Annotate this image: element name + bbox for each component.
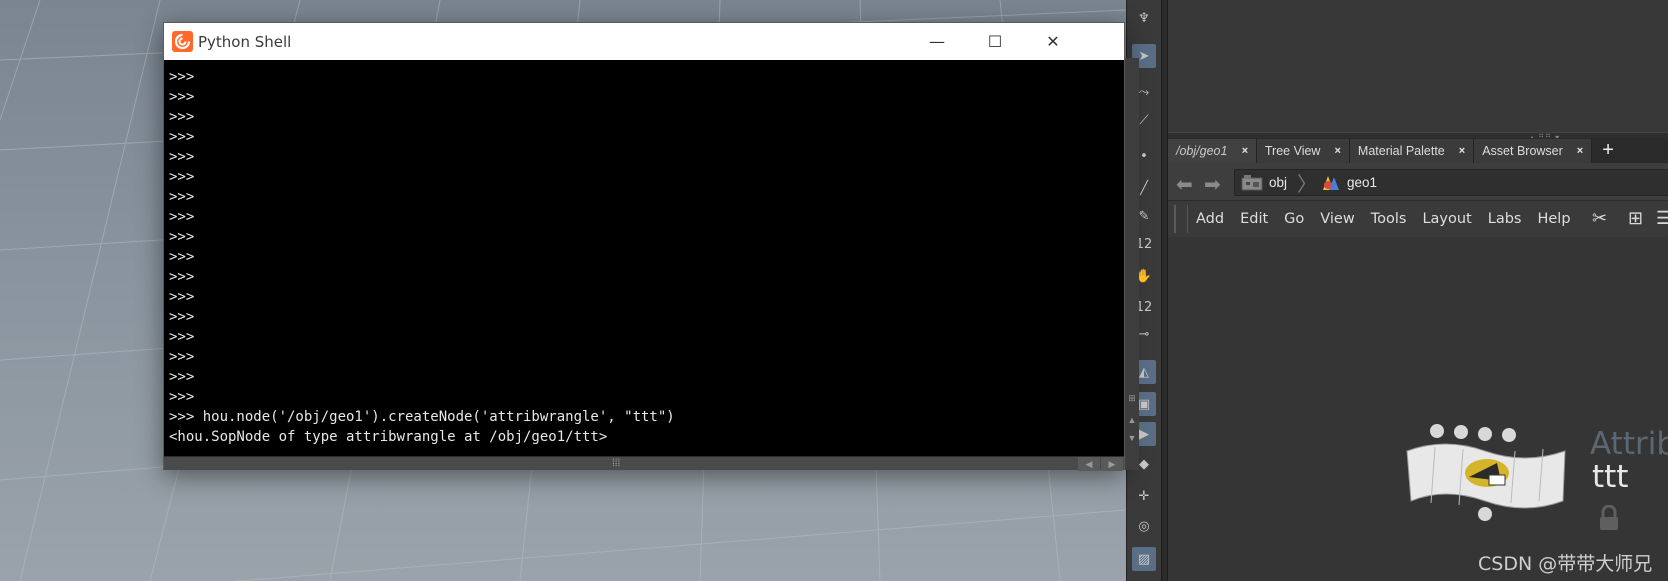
crumb-label: geo1 (1347, 175, 1378, 190)
tab-label: Asset Browser (1482, 144, 1563, 158)
window-titlebar[interactable]: Python Shell — ☐ ✕ (164, 23, 1124, 60)
menu-go[interactable]: Go (1276, 211, 1312, 227)
watermark-text: CSDN @带带大师兄 (1478, 553, 1653, 575)
back-arrow-icon[interactable]: ⬅ (1176, 172, 1193, 197)
console-line: <hou.SopNode of type attribwrangle at /o… (169, 429, 608, 445)
tab-close-icon[interactable]: × (1334, 145, 1340, 157)
console-line: >>> (169, 60, 675, 67)
attribwrangle-node[interactable] (1405, 421, 1585, 521)
network-tab-bar: /obj/geo1 × Tree View × Material Palette… (1168, 138, 1668, 163)
close-button[interactable]: ✕ (1024, 23, 1082, 60)
obj-context-icon (1241, 174, 1263, 190)
add-tab-button[interactable]: + (1592, 139, 1624, 163)
scroll-up-icon[interactable]: ▲ (1125, 412, 1139, 428)
console-line: >>> (169, 169, 195, 185)
menu-labs[interactable]: Labs (1480, 211, 1530, 227)
scroll-down-icon[interactable]: ▼ (1125, 430, 1139, 446)
console-line: >>> (169, 149, 195, 165)
console-line: >>> (169, 369, 195, 385)
tab-label: /obj/geo1 (1176, 144, 1228, 158)
console-line: >>> (169, 109, 195, 125)
horizontal-scrollbar[interactable]: ⁞⁞⁞ ◀ ▶ (164, 456, 1124, 471)
handle-tool-icon[interactable]: ♆ (1132, 6, 1156, 30)
tab-material-palette[interactable]: Material Palette × (1349, 139, 1475, 163)
menu-help[interactable]: Help (1529, 211, 1578, 227)
pivot-tool-icon[interactable]: ✛ (1132, 484, 1156, 508)
console-line: >>> (169, 289, 195, 305)
scroll-left-icon[interactable]: ◀ (1078, 457, 1100, 471)
console-line: >>> (169, 269, 195, 285)
console-line: >>> (169, 329, 195, 345)
breadcrumb: obj 〉 geo1 (1234, 169, 1668, 196)
image-tool-icon[interactable]: ▨ (1132, 547, 1156, 571)
scroll-right-icon[interactable]: ▶ (1101, 457, 1123, 471)
menu-layout[interactable]: Layout (1414, 211, 1479, 227)
console-line: >>> (169, 229, 195, 245)
tab-close-icon[interactable]: × (1459, 145, 1465, 157)
console-line: >>> (169, 309, 195, 325)
right-panel: ▴ ⠿⠿ ▾ /obj/geo1 × Tree View × Material … (1168, 0, 1668, 581)
menu-add[interactable]: Add (1188, 211, 1232, 227)
chevron-right-icon: 〉 (1297, 174, 1318, 196)
crumb-obj[interactable]: obj (1235, 174, 1287, 192)
list-icon[interactable]: ☰ (1656, 208, 1668, 229)
node-type-label: Attrib (1590, 426, 1668, 462)
tree-layout-icon[interactable]: ⊞ (1628, 208, 1643, 229)
console-line: >>> (169, 129, 195, 145)
console-line: >>> (169, 349, 195, 365)
maximize-button[interactable]: ☐ (966, 23, 1024, 60)
minimize-button[interactable]: — (908, 23, 966, 60)
circle-tool-icon[interactable]: ◎ (1132, 514, 1156, 538)
crumb-geo1[interactable]: geo1 (1319, 174, 1377, 192)
console-output: >>> >>> >>> >>> >>> >>> >>> >>> >>> >>> >>> >>> >>> >… (169, 60, 675, 445)
menu-tools[interactable]: Tools (1363, 211, 1415, 227)
network-menu-bar: Add Edit Go View Tools Layout Labs Help … (1168, 201, 1668, 237)
console-line: >>> (169, 389, 195, 405)
menu-edit[interactable]: Edit (1232, 211, 1276, 227)
python-shell-window: Python Shell — ☐ ✕ >>> >>> >>> >>> >>> >>> >>>… (163, 22, 1125, 471)
console-line: >>> (169, 189, 195, 205)
wrench-icon[interactable]: ✂ (1592, 208, 1607, 229)
lock-icon[interactable] (1598, 505, 1620, 531)
shelf-splitter[interactable] (1161, 0, 1168, 581)
tab-obj-geo1[interactable]: /obj/geo1 × (1168, 139, 1257, 163)
upper-pane (1168, 0, 1668, 132)
console-line: >>> (169, 69, 195, 85)
tab-asset-browser[interactable]: Asset Browser × (1474, 139, 1593, 163)
console-line: >>> (169, 89, 195, 105)
console-line: >>> hou.node('/obj/geo1').createNode('at… (169, 409, 675, 425)
forward-arrow-icon[interactable]: ➡ (1204, 172, 1221, 197)
tab-tree-view[interactable]: Tree View × (1256, 139, 1350, 163)
tab-close-icon[interactable]: × (1241, 145, 1247, 157)
tab-label: Tree View (1264, 144, 1321, 158)
console-line: >>> (169, 249, 195, 265)
network-editor[interactable]: Attrib ttt CSDN @带带大师兄 (1168, 237, 1668, 581)
menu-view[interactable]: View (1312, 211, 1362, 227)
window-title: Python Shell (198, 32, 292, 51)
node-name-label[interactable]: ttt (1592, 459, 1628, 495)
scroll-grip-icon[interactable]: ⊞ (1125, 390, 1139, 406)
console-line: >>> (169, 209, 195, 225)
geometry-icon (1323, 175, 1340, 190)
tab-label: Material Palette (1357, 144, 1445, 158)
python-console[interactable]: >>> >>> >>> >>> >>> >>> >>> >>> >>> >>> >>> >>> >>> >… (164, 60, 1124, 445)
crumb-label: obj (1269, 175, 1288, 190)
vertical-scrollbar[interactable] (1125, 58, 1139, 470)
houdini-logo-icon (172, 31, 193, 52)
scroll-grip-icon[interactable]: ⁞⁞⁞ (612, 458, 620, 469)
path-bar: ⬅ ➡ obj 〉 geo1 (1168, 163, 1668, 201)
menu-grip[interactable] (1174, 205, 1188, 233)
tab-close-icon[interactable]: × (1577, 145, 1583, 157)
